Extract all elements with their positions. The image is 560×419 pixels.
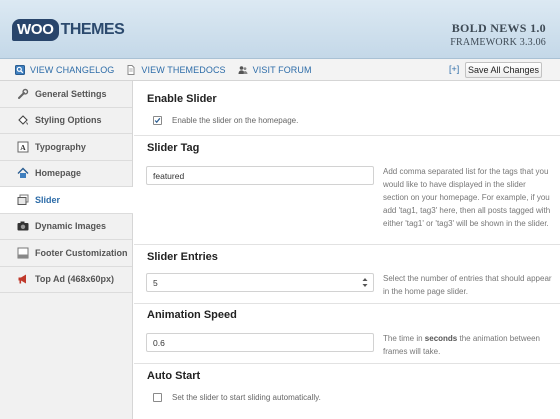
auto-start-row: Set the slider to start sliding automati…	[153, 393, 321, 402]
checkmark-icon	[154, 117, 161, 124]
slider-entries-section: Slider Entries 5 Select the number of en…	[134, 245, 560, 304]
sidebar-item-typography[interactable]: A Typography	[0, 134, 132, 161]
sidebar-item-label: Styling Options	[35, 115, 102, 126]
sidebar-item-label: Typography	[35, 141, 86, 152]
expand-all-button[interactable]: [+]	[449, 64, 459, 74]
wrench-icon	[17, 88, 29, 100]
forum-icon	[238, 65, 248, 75]
theme-name: BOLD NEWS 1.0	[451, 21, 546, 35]
sidebar-item-label: Footer Customization	[35, 247, 128, 258]
view-themedocs-link[interactable]: VIEW THEMEDOCS	[126, 64, 226, 75]
toolbar: VIEW CHANGELOG VIEW THEMEDOCS VISIT FORU…	[0, 59, 560, 81]
slider-entries-select[interactable]: 5	[146, 273, 374, 292]
animation-speed-input[interactable]: 0.6	[146, 333, 374, 352]
view-changelog-link[interactable]: VIEW CHANGELOG	[15, 64, 115, 75]
slider-entries-description: Select the number of entries that should…	[383, 274, 552, 296]
sidebar-item-slider[interactable]: Slider	[0, 187, 133, 214]
animation-speed-desc-pre: The time in	[383, 334, 425, 343]
logo-woo-text: WOO	[12, 19, 59, 41]
font-icon: A	[17, 141, 29, 153]
sidebar-item-label: Top Ad (468x60px)	[35, 274, 115, 285]
auto-start-checkbox[interactable]	[153, 393, 162, 402]
sidebar-item-homepage[interactable]: Homepage	[0, 161, 132, 187]
auto-start-label: Set the slider to start sliding automati…	[172, 393, 321, 402]
section-title: Auto Start	[147, 370, 201, 382]
paint-bucket-icon	[17, 114, 29, 126]
sidebar-item-label: Homepage	[35, 168, 82, 179]
slider-entries-value: 5	[153, 277, 158, 288]
slider-icon	[17, 194, 29, 206]
home-icon	[17, 167, 29, 179]
svg-text:A: A	[20, 143, 26, 152]
section-title: Animation Speed	[147, 309, 237, 321]
changelog-icon	[15, 64, 25, 75]
select-arrows-icon	[362, 278, 368, 287]
sidebar-item-general-settings[interactable]: General Settings	[0, 81, 132, 108]
framework-version: FRAMEWORK 3.3.06	[450, 37, 546, 48]
animation-speed-section: Animation Speed 0.6 The time in seconds …	[134, 304, 560, 364]
sidebar-item-dynamic-images[interactable]: Dynamic Images	[0, 214, 132, 240]
save-all-changes-button[interactable]: Save All Changes	[465, 62, 542, 78]
slider-tag-input[interactable]: featured	[146, 166, 374, 185]
section-title: Enable Slider	[147, 93, 217, 105]
view-themedocs-label: VIEW THEMEDOCS	[141, 64, 226, 75]
sidebar-item-label: General Settings	[35, 88, 107, 99]
header: WOO THEMES BOLD NEWS 1.0 FRAMEWORK 3.3.0…	[0, 0, 560, 59]
options-panel: Enable Slider Enable the slider on the h…	[134, 81, 560, 419]
section-title: Slider Tag	[147, 142, 200, 154]
camera-icon	[17, 220, 29, 232]
footer-icon	[17, 247, 29, 259]
document-icon	[126, 64, 136, 75]
slider-tag-section: Slider Tag featured Add comma separated …	[134, 136, 560, 245]
megaphone-icon	[17, 273, 29, 285]
visit-forum-link[interactable]: VISIT FORUM	[238, 65, 312, 75]
sidebar-item-top-ad[interactable]: Top Ad (468x60px)	[0, 267, 132, 293]
enable-slider-row: Enable the slider on the homepage.	[153, 116, 298, 125]
enable-slider-checkbox[interactable]	[153, 116, 162, 125]
sidebar-item-footer-customization[interactable]: Footer Customization	[0, 240, 132, 267]
animation-speed-description: The time in seconds the animation betwee…	[383, 332, 553, 358]
animation-speed-desc-bold: seconds	[424, 334, 458, 343]
sidebar: General Settings Styling Options A Typog…	[0, 81, 133, 419]
sidebar-item-label: Slider	[35, 194, 61, 205]
auto-start-section: Auto Start Set the slider to start slidi…	[134, 364, 560, 419]
enable-slider-label: Enable the slider on the homepage.	[172, 116, 299, 125]
visit-forum-label: VISIT FORUM	[252, 64, 312, 75]
enable-slider-section: Enable Slider Enable the slider on the h…	[134, 81, 560, 136]
theme-version: BOLD NEWS 1.0 FRAMEWORK 3.3.06	[450, 21, 546, 48]
section-title: Slider Entries	[147, 251, 218, 263]
sidebar-item-styling-options[interactable]: Styling Options	[0, 108, 132, 134]
slider-tag-description: Add comma separated list for the tags th…	[383, 167, 551, 228]
sidebar-item-label: Dynamic Images	[35, 221, 107, 232]
view-changelog-label: VIEW CHANGELOG	[30, 64, 115, 75]
logo-themes-text: THEMES	[60, 21, 125, 38]
woothemes-logo[interactable]: WOO THEMES	[12, 18, 125, 42]
